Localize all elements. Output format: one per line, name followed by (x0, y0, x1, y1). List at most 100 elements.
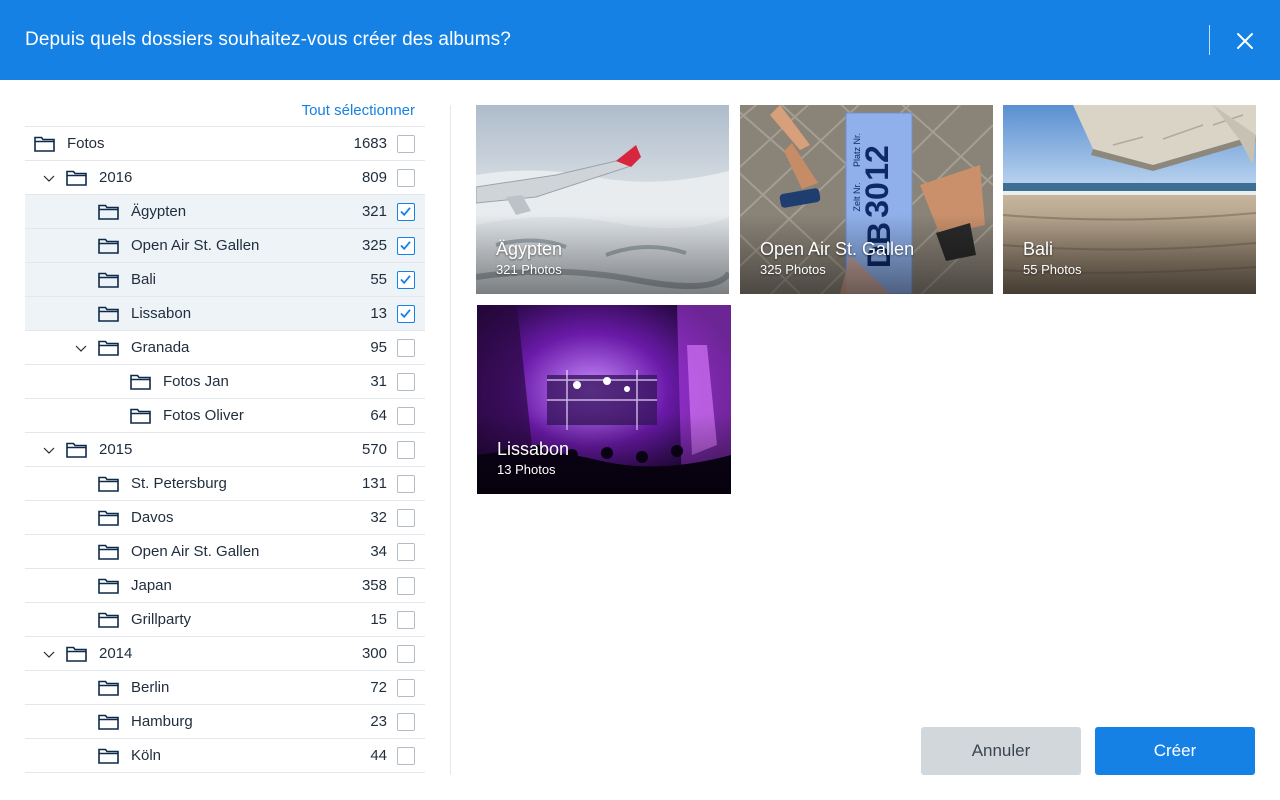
photo-count: 32 (370, 509, 387, 526)
album-card-bali[interactable]: Bali 55 Photos (1003, 105, 1256, 294)
close-button[interactable] (1232, 28, 1258, 54)
ticket-label: Platz Nr. (852, 133, 862, 167)
folder-checkbox[interactable] (397, 475, 415, 493)
album-title: Lissabon (497, 439, 570, 459)
dialog-header: Depuis quels dossiers souhaitez-vous cré… (0, 0, 1280, 80)
folder-checkbox[interactable] (397, 611, 415, 629)
album-count: 55 Photos (1023, 262, 1082, 277)
check-icon (400, 275, 411, 285)
folder-name: Fotos Oliver (163, 407, 244, 424)
folder-name: St. Petersburg (131, 475, 227, 492)
album-title: Open Air St. Gallen (760, 239, 915, 259)
photo-count: 325 (361, 237, 387, 254)
ticket-number: 12 (859, 145, 895, 181)
folder-checkbox[interactable] (397, 373, 415, 391)
album-title: Ägypten (496, 239, 563, 259)
album-card-aegypten[interactable]: Ägypten 321 Photos (476, 105, 729, 294)
album-count: 321 Photos (496, 262, 562, 277)
photo-count: 34 (370, 543, 387, 560)
chevron-down-icon[interactable] (43, 444, 55, 456)
folder-checkbox[interactable] (397, 747, 415, 765)
tree-row[interactable]: Lissabon 13 (25, 297, 425, 331)
tree-row[interactable]: Hamburg 23 (25, 705, 425, 739)
close-icon (1237, 33, 1253, 49)
photo-count: 321 (361, 203, 387, 220)
folder-checkbox[interactable] (397, 645, 415, 663)
chevron-down-icon[interactable] (75, 342, 87, 354)
header-separator (1209, 25, 1210, 55)
folder-checkbox[interactable] (397, 203, 415, 221)
tree-row[interactable]: Fotos Jan 31 (25, 365, 425, 399)
folder-icon (98, 510, 119, 526)
cancel-button[interactable]: Annuler (921, 727, 1081, 775)
dialog-title: Depuis quels dossiers souhaitez-vous cré… (25, 29, 511, 50)
folder-checkbox[interactable] (397, 679, 415, 697)
folder-name: Fotos Jan (163, 373, 229, 390)
folder-checkbox[interactable] (397, 543, 415, 561)
folder-checkbox[interactable] (397, 441, 415, 459)
folder-checkbox[interactable] (397, 339, 415, 357)
chevron-down-icon[interactable] (43, 648, 55, 660)
folder-checkbox[interactable] (397, 237, 415, 255)
folder-icon (66, 646, 87, 662)
photo-count: 300 (361, 645, 387, 662)
album-card-open-air-st-gallen[interactable]: 12 30 Platz Nr. Zelt Nr. DB Open Air St.… (740, 105, 993, 294)
folder-name: Open Air St. Gallen (131, 543, 260, 560)
tree-row[interactable]: Fotos 1683 (25, 127, 425, 161)
folder-checkbox[interactable] (397, 407, 415, 425)
photo-count: 44 (370, 747, 387, 764)
folder-name: 2015 (99, 441, 133, 458)
photo-count: 1683 (353, 135, 387, 152)
folder-checkbox[interactable] (397, 509, 415, 527)
photo-count: 55 (370, 271, 387, 288)
photo-count: 13 (370, 305, 387, 322)
album-card-lissabon[interactable]: Lissabon 13 Photos (477, 305, 731, 494)
ticket-label: Zelt Nr. (852, 182, 862, 211)
folder-icon (130, 374, 151, 390)
folder-icon (66, 170, 87, 186)
folder-name: Japan (131, 577, 172, 594)
photo-count: 131 (361, 475, 387, 492)
folder-name: 2016 (99, 169, 133, 186)
folder-name: Granada (131, 339, 190, 356)
album-title: Bali (1023, 239, 1054, 259)
tree-row[interactable]: Japan 358 (25, 569, 425, 603)
tree-row[interactable]: Berlin 72 (25, 671, 425, 705)
tree-row[interactable]: 2014 300 (25, 637, 425, 671)
folder-icon (98, 578, 119, 594)
create-button[interactable]: Créer (1095, 727, 1255, 775)
folder-icon (98, 340, 119, 356)
folder-checkbox[interactable] (397, 135, 415, 153)
folder-checkbox[interactable] (397, 169, 415, 187)
tree-row[interactable]: Bali 55 (25, 263, 425, 297)
folder-checkbox[interactable] (397, 271, 415, 289)
photo-count: 95 (370, 339, 387, 356)
tree-row[interactable]: St. Petersburg 131 (25, 467, 425, 501)
folder-checkbox[interactable] (397, 305, 415, 323)
folder-name: Lissabon (131, 305, 192, 322)
photo-count: 23 (370, 713, 387, 730)
chevron-down-icon[interactable] (43, 172, 55, 184)
folder-icon (98, 748, 119, 764)
tree-row[interactable]: Köln 44 (25, 739, 425, 773)
tree-row[interactable]: Davos 32 (25, 501, 425, 535)
folder-name: Hamburg (131, 713, 193, 730)
folder-icon (98, 476, 119, 492)
tree-row[interactable]: 2016 809 (25, 161, 425, 195)
tree-row[interactable]: Open Air St. Gallen 34 (25, 535, 425, 569)
tree-row[interactable]: Ägypten 321 (25, 195, 425, 229)
folder-icon (98, 306, 119, 322)
folder-icon (98, 272, 119, 288)
folder-checkbox[interactable] (397, 713, 415, 731)
select-all-link[interactable]: Tout sélectionner (250, 101, 415, 121)
tree-row[interactable]: 2015 570 (25, 433, 425, 467)
folder-name: Grillparty (131, 611, 192, 628)
tree-row[interactable]: Open Air St. Gallen 325 (25, 229, 425, 263)
tree-row[interactable]: Granada 95 (25, 331, 425, 365)
album-count: 13 Photos (497, 462, 556, 477)
folder-checkbox[interactable] (397, 577, 415, 595)
folder-name: Berlin (131, 679, 170, 696)
tree-row[interactable]: Fotos Oliver 64 (25, 399, 425, 433)
folder-name: 2014 (99, 645, 133, 662)
tree-row[interactable]: Grillparty 15 (25, 603, 425, 637)
